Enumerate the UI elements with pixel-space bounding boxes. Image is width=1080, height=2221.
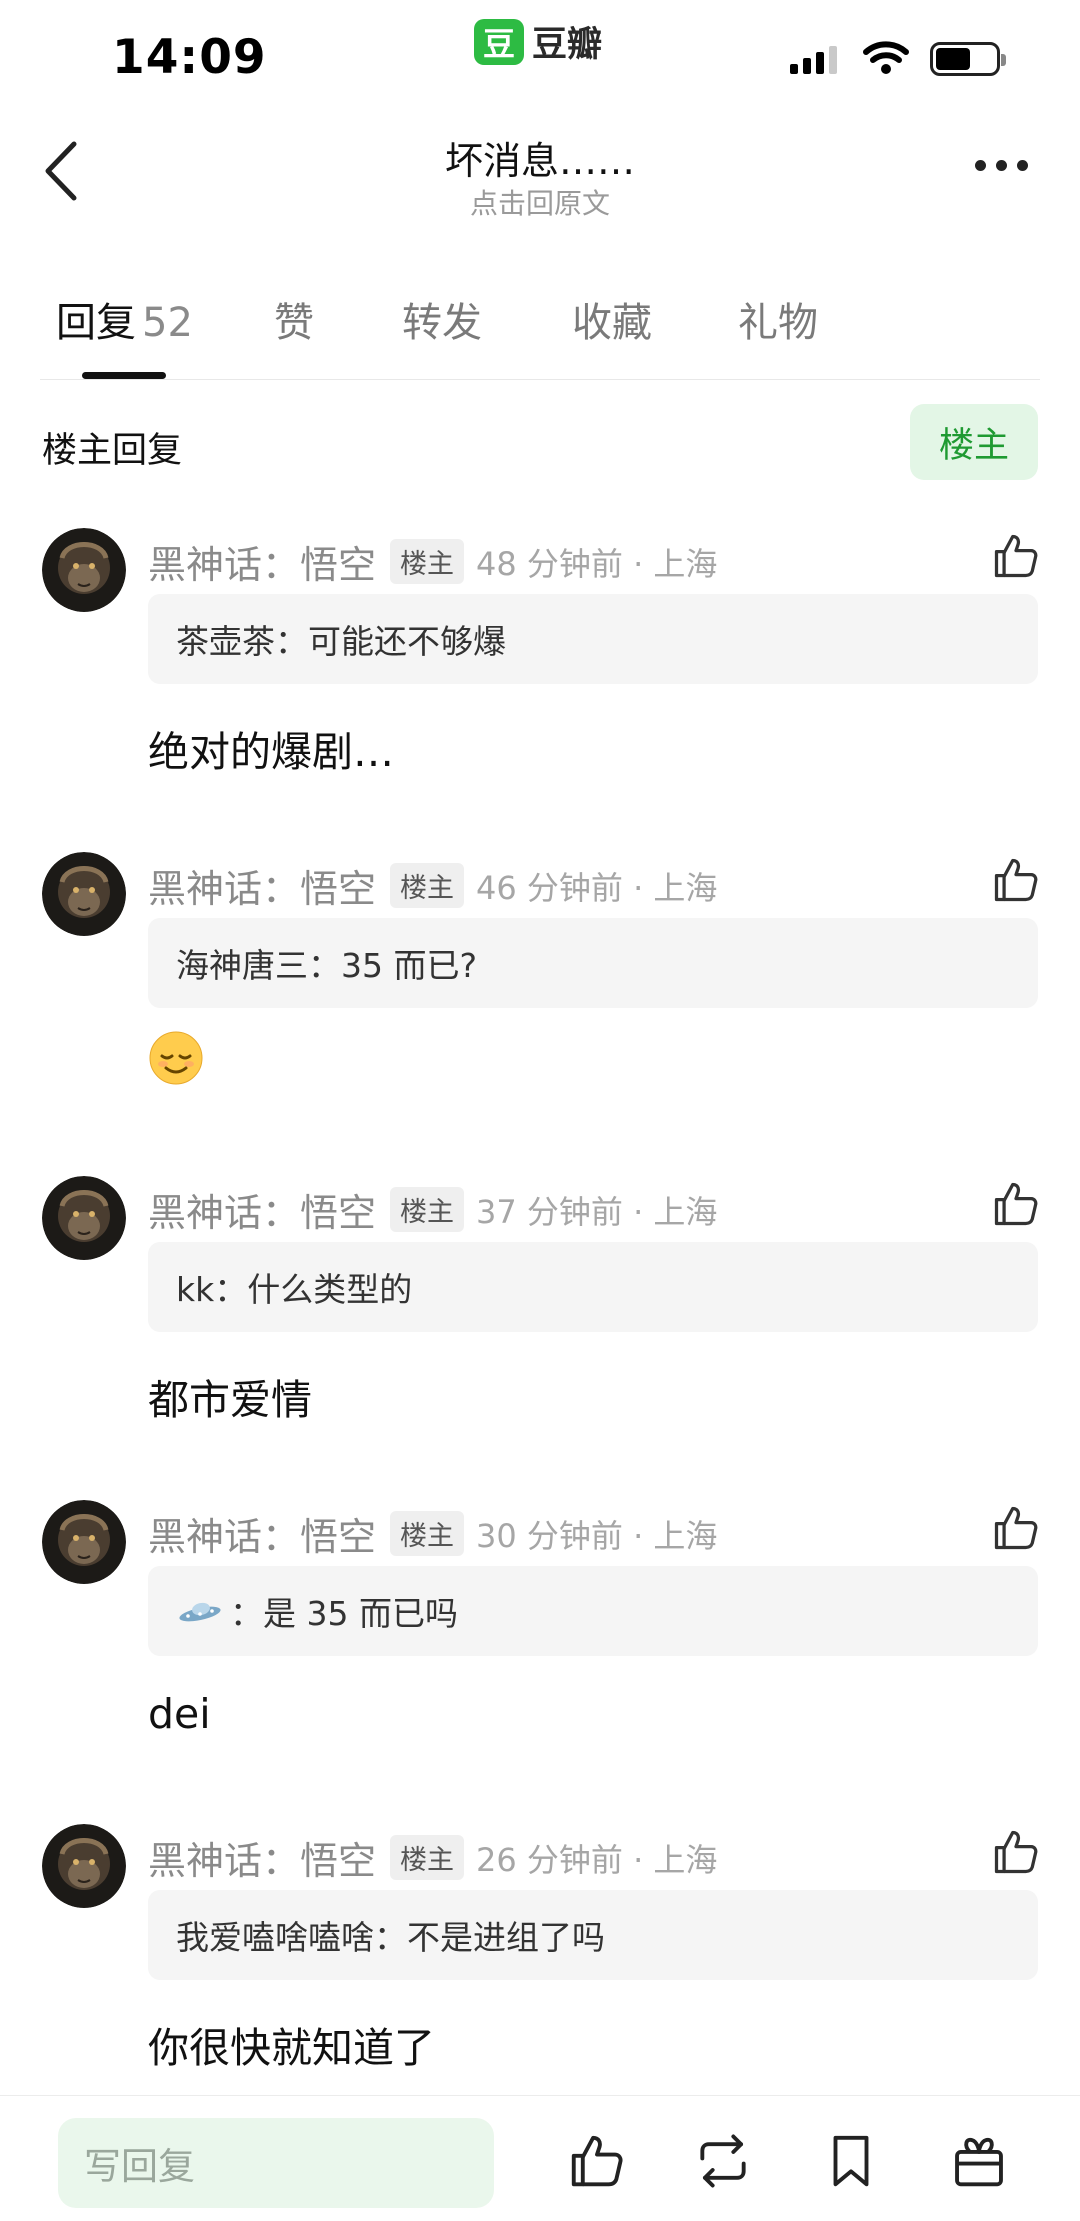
thumbs-up-icon[interactable]	[566, 2130, 628, 2192]
comment-item[interactable]: 黑神话：悟空 楼主 48 分钟前 · 上海茶壶茶： 可能还不够爆绝对的爆剧…	[0, 528, 1080, 828]
owner-tag: 楼主	[390, 539, 465, 584]
tab-reposts[interactable]: 转发	[402, 290, 482, 348]
thumbs-up-icon	[994, 1830, 1038, 1874]
douban-logo-icon: 豆	[474, 18, 524, 65]
quoted-text: 不是进组了吗	[407, 1918, 605, 1957]
tab-replies[interactable]: 回复 52	[56, 290, 193, 348]
status-time: 14:09	[112, 30, 267, 85]
comment-meta: 黑神话：悟空 楼主 30 分钟前 · 上海	[148, 1506, 717, 1561]
page-title[interactable]: 坏消息……	[0, 130, 1080, 185]
quoted-comment[interactable]: kk： 什么类型的	[148, 1242, 1038, 1332]
comment-time-location: 37 分钟前 · 上海	[476, 1192, 718, 1231]
comment-item[interactable]: 黑神话：悟空 楼主 30 分钟前 · 上海 ：是 35 而已吗 dei	[0, 1500, 1080, 1800]
reply-text: 绝对的爆剧…	[148, 728, 394, 776]
author-name[interactable]: 黑神话：悟空	[148, 1506, 376, 1561]
quoted-author: 我爱嗑啥嗑啥：	[176, 1918, 407, 1957]
bottom-action-bar: 写回复	[0, 2095, 1080, 2221]
thumbs-up-icon	[994, 858, 1038, 902]
quoted-comment[interactable]: ：是 35 而已吗	[148, 1566, 1038, 1656]
nav-header: 坏消息…… 点击回原文	[0, 112, 1080, 222]
tab-likes[interactable]: 赞	[274, 290, 314, 348]
quoted-text: 什么类型的	[247, 1270, 413, 1309]
repost-icon[interactable]	[692, 2130, 754, 2192]
comment-time-location: 46 分钟前 · 上海	[476, 868, 718, 907]
monkey-avatar-icon	[42, 1824, 126, 1908]
quoted-author: kk：	[176, 1270, 248, 1309]
tab-favorites[interactable]: 收藏	[572, 290, 652, 348]
reply-text: dei	[148, 1690, 211, 1738]
like-button[interactable]	[990, 1502, 1042, 1554]
comment-item[interactable]: 黑神话：悟空 楼主 26 分钟前 · 上海我爱嗑啥嗑啥： 不是进组了吗你很快就知道了	[0, 1824, 1080, 2124]
app-name: 豆瓣	[532, 25, 603, 65]
like-button[interactable]	[990, 1826, 1042, 1878]
relieved-face-emoji	[149, 1031, 203, 1085]
tab-bar: 回复 52 赞 转发 收藏 礼物	[40, 290, 1040, 380]
like-button[interactable]	[990, 1178, 1042, 1230]
reply-text: 你很快就知道了	[148, 2024, 435, 2072]
monkey-avatar-icon	[42, 1500, 126, 1584]
monkey-avatar-icon	[42, 1176, 126, 1260]
like-button[interactable]	[990, 854, 1042, 906]
owner-filter-button[interactable]: 楼主	[910, 404, 1038, 480]
owner-tag: 楼主	[390, 863, 465, 908]
avatar[interactable]	[42, 528, 126, 612]
comment-item[interactable]: 黑神话：悟空 楼主 37 分钟前 · 上海 kk： 什么类型的都市爱情	[0, 1176, 1080, 1476]
quoted-text: 35 而已?	[341, 946, 477, 985]
back-to-original-link[interactable]: 点击回原文	[0, 182, 1080, 222]
app-badge: 豆 豆瓣	[474, 16, 602, 67]
battery-icon	[930, 42, 1006, 76]
author-name[interactable]: 黑神话：悟空	[148, 1830, 376, 1885]
comment-meta: 黑神话：悟空 楼主 46 分钟前 · 上海	[148, 858, 717, 913]
quoted-author: 茶壶茶：	[176, 622, 308, 661]
author-name[interactable]: 黑神话：悟空	[148, 858, 376, 913]
thumbs-up-icon	[994, 534, 1038, 578]
avatar[interactable]	[42, 1500, 126, 1584]
avatar[interactable]	[42, 1824, 126, 1908]
thumbs-up-icon	[994, 1182, 1038, 1226]
tab-replies-label: 回复	[56, 300, 136, 346]
avatar[interactable]	[42, 852, 126, 936]
quoted-text: 是 35 而已吗	[263, 1594, 458, 1633]
author-name[interactable]: 黑神话：悟空	[148, 534, 376, 589]
more-dots-icon	[975, 160, 986, 171]
more-options-button[interactable]	[975, 160, 1028, 171]
monkey-avatar-icon	[42, 852, 126, 936]
tab-gifts[interactable]: 礼物	[738, 290, 818, 348]
status-bar: 14:09 豆 豆瓣	[0, 0, 1080, 110]
active-tab-indicator	[82, 372, 166, 379]
tab-replies-count: 52	[142, 300, 193, 346]
comment-meta: 黑神话：悟空 楼主 48 分钟前 · 上海	[148, 534, 717, 589]
comment-item[interactable]: 黑神话：悟空 楼主 46 分钟前 · 上海海神唐三： 35 而已?	[0, 852, 1080, 1152]
quoted-comment[interactable]: 海神唐三： 35 而已?	[148, 918, 1038, 1008]
owner-tag: 楼主	[390, 1511, 465, 1556]
gift-icon[interactable]	[948, 2130, 1010, 2192]
comment-time-location: 48 分钟前 · 上海	[476, 544, 718, 583]
thumbs-up-icon	[994, 1506, 1038, 1550]
quoted-author: ：	[230, 1594, 263, 1633]
wifi-icon	[863, 41, 909, 74]
author-name[interactable]: 黑神话：悟空	[148, 1182, 376, 1237]
quoted-comment[interactable]: 茶壶茶： 可能还不够爆	[148, 594, 1038, 684]
comment-meta: 黑神话：悟空 楼主 26 分钟前 · 上海	[148, 1830, 717, 1885]
quoted-comment[interactable]: 我爱嗑啥嗑啥： 不是进组了吗	[148, 1890, 1038, 1980]
comment-time-location: 30 分钟前 · 上海	[476, 1516, 718, 1555]
like-button[interactable]	[990, 530, 1042, 582]
section-title: 楼主回复	[42, 431, 183, 471]
reply-input[interactable]: 写回复	[58, 2118, 494, 2208]
owner-tag: 楼主	[390, 1187, 465, 1232]
monkey-avatar-icon	[42, 528, 126, 612]
reply-text: 都市爱情	[148, 1376, 312, 1424]
comment-meta: 黑神话：悟空 楼主 37 分钟前 · 上海	[148, 1182, 717, 1237]
avatar[interactable]	[42, 1176, 126, 1260]
comment-time-location: 26 分钟前 · 上海	[476, 1840, 718, 1879]
quoted-text: 可能还不够爆	[308, 622, 506, 661]
bookmark-icon[interactable]	[820, 2130, 882, 2192]
cellular-signal-icon	[790, 44, 837, 74]
ufo-icon	[179, 1602, 221, 1622]
quoted-author: 海神唐三：	[176, 946, 341, 985]
owner-tag: 楼主	[390, 1835, 465, 1880]
